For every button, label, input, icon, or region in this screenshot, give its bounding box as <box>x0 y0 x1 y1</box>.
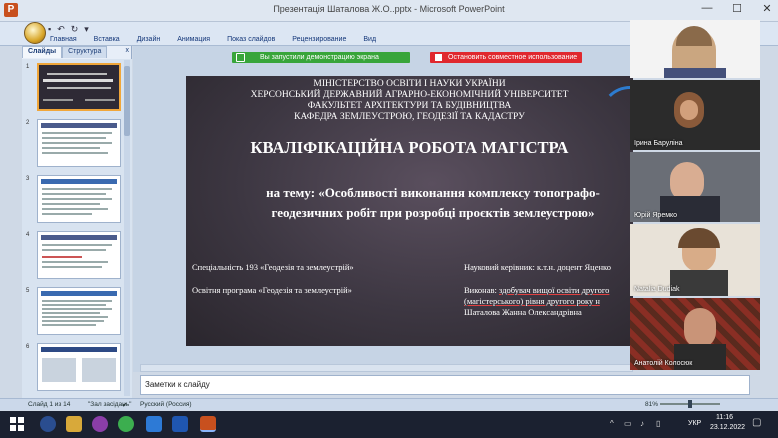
zoom-level[interactable]: 81% <box>645 401 658 408</box>
slide-number: 2 <box>26 120 30 126</box>
supervisor-text: Науковий керівник: к.т.н. доцент Яценко <box>464 262 611 272</box>
slide-number: 4 <box>26 232 30 238</box>
department-line: КАФЕДРА ЗЕМЛЕУСТРОЮ, ГЕОДЕЗІЇ ТА КАДАСТР… <box>294 112 525 122</box>
screen-share-banner: Вы запустили демонстрацию экрана <box>232 52 410 63</box>
tab-outline[interactable]: Структура <box>62 46 108 58</box>
thumbnail-row: 5 <box>24 287 128 339</box>
undo-icon[interactable]: ↶ <box>57 24 65 35</box>
program-text: Освітня програма «Геодезія та землеустрі… <box>192 285 352 295</box>
faculty-line: ФАКУЛЬТЕТ АРХІТЕКТУРИ ТА БУДІВНИЦТВА <box>307 101 512 111</box>
participant-video <box>684 308 716 348</box>
tab-review[interactable]: Рецензирование <box>292 36 346 43</box>
window-title: Презентація Шаталова Ж.О..pptx - Microso… <box>273 4 505 14</box>
slide-thumbnails: 1 2 3 4 5 6 <box>22 59 132 399</box>
tab-design[interactable]: Дизайн <box>137 36 161 43</box>
screen: P Презентація Шаталова Ж.О..pptx - Micro… <box>0 0 778 438</box>
performer-degree-line-1: здобувач вищої освіти другого <box>499 285 610 295</box>
customize-toolbar-icon[interactable]: ▾ <box>84 24 89 35</box>
office-button[interactable] <box>24 22 46 44</box>
stop-sharing-button[interactable]: Остановить совместное использование <box>430 52 582 63</box>
quick-access-toolbar: ▪ ↶ ↻ ▾ <box>48 24 89 35</box>
thumbnail-row: 1 <box>24 63 128 115</box>
spellcheck-icon[interactable]: ✔ <box>122 401 127 409</box>
slide-thumbnail-4[interactable] <box>37 231 121 279</box>
tab-animation[interactable]: Анимация <box>177 36 210 43</box>
ministry-line: МІНІСТЕРСТВО ОСВІТИ І НАУКИ УКРАЇНИ <box>313 79 506 89</box>
performer-label: Виконав: <box>464 285 497 295</box>
zoom-icon[interactable] <box>146 416 162 432</box>
current-slide[interactable]: МІНІСТЕРСТВО ОСВІТИ І НАУКИ УКРАЇНИ ХЕРС… <box>186 76 633 346</box>
clock-time[interactable]: 11:16 <box>716 414 733 421</box>
participant-name: Natalia Dudiak <box>634 286 680 293</box>
viber-icon[interactable] <box>92 416 108 432</box>
stop-icon <box>435 54 442 61</box>
slide-notes-field[interactable]: Заметки к слайду <box>140 375 750 395</box>
search-icon[interactable] <box>40 416 56 432</box>
thesis-topic-line-1: на тему: «Особливості виконання комплекс… <box>266 185 600 200</box>
close-button[interactable]: ✕ <box>760 2 774 15</box>
windows-start-icon[interactable] <box>10 417 24 431</box>
maximize-button[interactable]: ☐ <box>730 2 744 15</box>
redo-icon[interactable]: ↻ <box>71 24 79 35</box>
minimize-button[interactable]: — <box>700 2 714 15</box>
slide-number: 6 <box>26 344 30 350</box>
notifications-icon[interactable]: ▢ <box>752 417 761 428</box>
screen-share-icon <box>236 53 245 62</box>
language-indicator[interactable]: Русский (Россия) <box>140 401 192 408</box>
thesis-topic-line-2: геодезичних робіт при розробці проєктів … <box>271 205 595 220</box>
tab-insert[interactable]: Вставка <box>94 36 120 43</box>
slide-thumbnail-5[interactable] <box>37 287 121 335</box>
ribbon-tabs: Главная Вставка Дизайн Анимация Показ сл… <box>50 36 376 43</box>
participant-tile[interactable]: Ірина Баруліна <box>630 80 760 150</box>
tray-chevron-icon[interactable]: ^ <box>610 419 614 428</box>
tab-slideshow[interactable]: Показ слайдов <box>227 36 275 43</box>
thumbnail-row: 4 <box>24 231 128 283</box>
slide-number: 3 <box>26 176 30 182</box>
university-line: ХЕРСОНСЬКИЙ ДЕРЖАВНИЙ АГРАРНО-ЕКОНОМІЧНИ… <box>250 90 569 100</box>
chrome-icon[interactable] <box>118 416 134 432</box>
window-title-bar: P Презентація Шаталова Ж.О..pptx - Micro… <box>0 0 778 22</box>
word-icon[interactable] <box>172 416 188 432</box>
slide-number: 1 <box>26 64 30 70</box>
file-explorer-icon[interactable] <box>66 416 82 432</box>
thumbnails-scrollbar[interactable] <box>124 60 130 396</box>
powerpoint-taskbar-icon[interactable] <box>200 416 216 432</box>
clock-date[interactable]: 23.12.2022 <box>710 424 745 431</box>
windows-taskbar <box>0 411 778 438</box>
horizontal-scrollbar[interactable] <box>140 364 633 372</box>
scrollbar-thumb[interactable] <box>124 66 130 136</box>
volume-icon[interactable]: ♪ <box>640 419 644 428</box>
battery-icon[interactable]: ▯ <box>656 419 660 428</box>
participant-tile[interactable]: Анатолій Колосюк <box>630 298 760 370</box>
slide-thumbnail-1[interactable] <box>37 63 121 111</box>
slide-thumbnail-3[interactable] <box>37 175 121 223</box>
thumbnail-row: 2 <box>24 119 128 171</box>
participant-tile[interactable]: Юрій Яремко <box>630 152 760 222</box>
performer-name: Шаталова Жанна Олександрівна <box>464 307 582 317</box>
thumbnail-row: 6 <box>24 343 128 395</box>
slide-number: 5 <box>26 288 30 294</box>
specialty-text: Спеціальність 193 «Геодезія та землеустр… <box>192 262 354 272</box>
zoom-slider-handle[interactable] <box>688 400 692 408</box>
network-icon[interactable]: ▭ <box>624 419 632 428</box>
participant-tile[interactable]: Natalia Dudiak <box>630 224 760 296</box>
participant-name: Ірина Баруліна <box>634 140 683 147</box>
slide-counter: Слайд 1 из 14 <box>28 401 71 408</box>
tab-view[interactable]: Вид <box>363 36 376 43</box>
save-icon[interactable]: ▪ <box>48 24 51 35</box>
slide-thumbnail-2[interactable] <box>37 119 121 167</box>
participant-name: Юрій Яремко <box>634 212 678 219</box>
close-pane-icon[interactable]: x <box>123 46 133 58</box>
slide-title: КВАЛІФІКАЦІЙНА РОБОТА МАГІСТРА <box>250 138 569 157</box>
participant-tile[interactable] <box>630 20 760 78</box>
participant-name: Анатолій Колосюк <box>634 360 693 367</box>
tab-slides[interactable]: Слайды <box>22 46 63 58</box>
thumbnail-row: 3 <box>24 175 128 227</box>
performer-degree-line-2: (магістерського) рівня другого року н <box>464 296 600 306</box>
performer-block: Виконав: здобувач вищої освіти другого <box>464 285 609 295</box>
slides-pane: Слайды Структура x 1 2 3 4 5 6 <box>22 46 132 400</box>
slide-thumbnail-6[interactable] <box>37 343 121 391</box>
tab-home[interactable]: Главная <box>50 36 77 43</box>
keyboard-language[interactable]: УКР <box>688 420 701 427</box>
